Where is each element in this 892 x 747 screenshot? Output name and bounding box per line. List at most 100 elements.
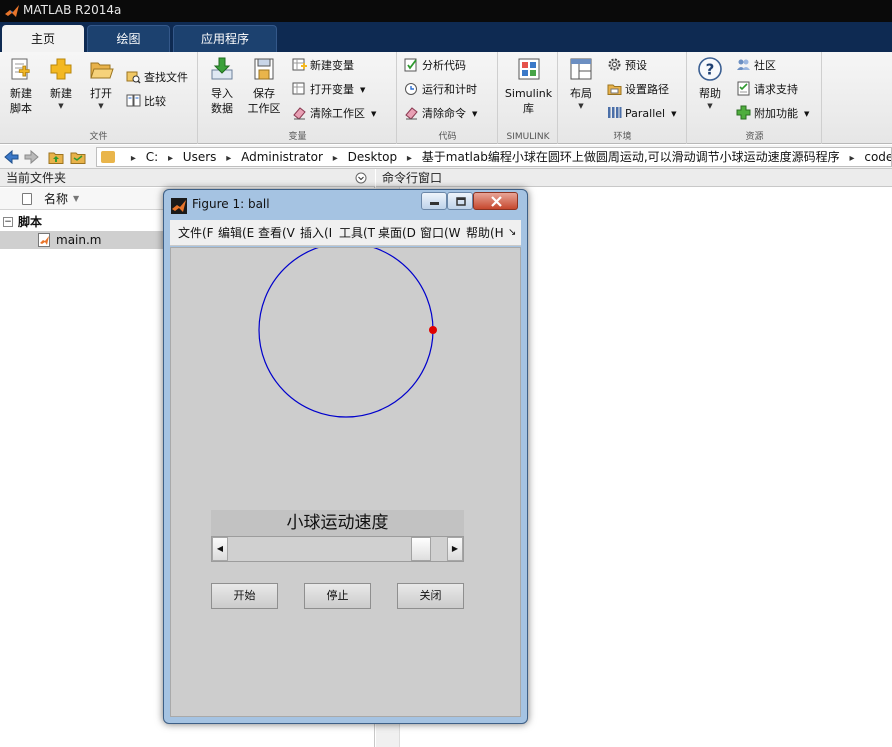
request-support-button[interactable]: 请求支持 [736, 80, 798, 100]
ring-plot [258, 248, 437, 418]
current-folder-path[interactable]: ▸ C: ▸ Users ▸ Administrator ▸ Desktop ▸… [96, 147, 892, 167]
new-script-button[interactable]: 新建 脚本 [4, 56, 38, 116]
path-segment-desktop[interactable]: Desktop [348, 150, 398, 164]
figure-canvas: 小球运动速度 ◀ ▶ 开始 停止 关闭 [170, 247, 521, 717]
forward-arrow-icon[interactable] [24, 149, 40, 165]
m-file-icon [38, 233, 50, 247]
path-separator-icon[interactable]: ▸ [333, 153, 338, 164]
analyze-code-icon [404, 58, 417, 72]
tab-plots[interactable]: 绘图 [87, 25, 170, 52]
speed-label: 小球运动速度 [211, 510, 464, 536]
compare-button[interactable]: 比较 [126, 92, 166, 112]
set-path-button[interactable]: 设置路径 [607, 80, 669, 100]
group-label-environment: 环境 [613, 132, 632, 142]
request-support-icon [737, 81, 750, 96]
path-segment-administrator[interactable]: Administrator [241, 150, 323, 164]
analyze-code-button[interactable]: 分析代码 [404, 56, 466, 76]
open-variable-button[interactable]: 打开变量 ▼ [292, 80, 365, 100]
chevron-down-icon: ▼ [98, 102, 104, 110]
open-button[interactable]: 打开 ▼ [84, 56, 118, 111]
folder-open-icon [90, 62, 114, 79]
menu-overflow-icon[interactable]: ↘ [508, 220, 516, 245]
eraser-icon [293, 107, 306, 120]
sort-arrow-icon[interactable]: ▼ [73, 188, 79, 210]
run-and-time-button[interactable]: 运行和计时 [404, 80, 477, 100]
slider-right-arrow-icon[interactable]: ▶ [447, 537, 463, 561]
slider-thumb[interactable] [411, 537, 431, 561]
close-button[interactable]: 关闭 [397, 583, 464, 609]
menu-view[interactable]: 查看(V [258, 220, 295, 245]
new-button[interactable]: 新建 ▼ [44, 56, 78, 111]
menu-help[interactable]: 帮助(H [466, 220, 504, 245]
eraser-icon [405, 107, 418, 120]
orbit-circle [258, 248, 434, 418]
browse-folder-icon[interactable] [70, 149, 86, 165]
group-label-file: 文件 [89, 132, 108, 142]
path-separator-icon[interactable]: ▸ [131, 153, 136, 164]
figure-window: Figure 1: ball 文件(F 编辑(E 查看(V 插入(I 工具(T … [163, 189, 528, 724]
moving-ball [429, 326, 437, 334]
speed-slider[interactable]: ◀ ▶ [211, 536, 464, 562]
clear-workspace-button[interactable]: 清除工作区 ▼ [292, 104, 376, 124]
column-name-label[interactable]: 名称 [44, 188, 68, 210]
start-button[interactable]: 开始 [211, 583, 278, 609]
close-icon [491, 196, 502, 207]
close-window-button[interactable] [473, 192, 518, 210]
chevron-down-icon: ▼ [472, 110, 478, 118]
layout-button[interactable]: 布局 ▼ [563, 56, 599, 111]
stop-button[interactable]: 停止 [304, 583, 371, 609]
simulink-library-button[interactable]: Simulink 库 [501, 56, 556, 116]
help-button[interactable]: ? 帮助 ▼ [694, 56, 726, 111]
chevron-down-icon: ▼ [58, 102, 64, 110]
menu-tools[interactable]: 工具(T [339, 220, 375, 245]
back-arrow-icon[interactable] [3, 149, 19, 165]
import-data-icon [211, 57, 233, 80]
group-code: 分析代码 运行和计时 清除命令 ▼ 代码 [398, 52, 498, 144]
group-label-code: 代码 [438, 132, 457, 142]
maximize-button[interactable] [447, 192, 473, 210]
parallel-button[interactable]: Parallel ▼ [607, 104, 676, 124]
find-files-button[interactable]: 查找文件 [126, 68, 188, 88]
minimize-button[interactable] [421, 192, 447, 210]
figure-title-bar[interactable]: Figure 1: ball [164, 190, 527, 218]
path-segment-code[interactable]: code [864, 150, 891, 164]
import-data-button[interactable]: 导入 数据 [205, 56, 239, 116]
group-variable: 导入 数据 保存 工作区 新建变量 打开变量 ▼ 清除工作区 ▼ 变量 [199, 52, 397, 144]
path-separator-icon[interactable]: ▸ [168, 153, 173, 164]
menu-insert[interactable]: 插入(I [300, 220, 332, 245]
preferences-button[interactable]: 预设 [607, 56, 647, 76]
chevron-down-icon: ▼ [578, 102, 584, 110]
path-separator-icon[interactable]: ▸ [407, 153, 412, 164]
path-segment-drive[interactable]: C: [146, 150, 158, 164]
layout-icon [570, 58, 592, 80]
maximize-icon [456, 197, 466, 206]
tab-apps[interactable]: 应用程序 [173, 25, 277, 52]
chevron-down-icon: ▼ [707, 102, 713, 110]
path-segment-users[interactable]: Users [183, 150, 217, 164]
addons-button[interactable]: 附加功能 ▼ [736, 104, 809, 124]
path-segment-project-folder[interactable]: 基于matlab编程小球在圆环上做圆周运动,可以滑动调节小球运动速度源码程序 [422, 150, 840, 164]
tab-home[interactable]: 主页 [2, 25, 84, 52]
path-separator-icon[interactable]: ▸ [849, 153, 854, 164]
minimize-icon [430, 202, 439, 205]
help-icon: ? [698, 57, 722, 81]
collapse-toggle-icon[interactable]: − [3, 217, 13, 227]
slider-trough[interactable] [228, 537, 447, 561]
matlab-logo-icon [171, 198, 187, 214]
slider-left-arrow-icon[interactable]: ◀ [212, 537, 228, 561]
app-title-bar: MATLAB R2014a [0, 0, 892, 22]
menu-edit[interactable]: 编辑(E [218, 220, 254, 245]
new-variable-icon [292, 58, 307, 71]
menu-window[interactable]: 窗口(W [420, 220, 461, 245]
up-folder-icon[interactable] [48, 149, 64, 165]
menu-file[interactable]: 文件(F [178, 220, 214, 245]
new-variable-button[interactable]: 新建变量 [292, 56, 354, 76]
path-separator-icon[interactable]: ▸ [226, 153, 231, 164]
save-workspace-button[interactable]: 保存 工作区 [243, 56, 285, 116]
menu-desktop[interactable]: 桌面(D [378, 220, 416, 245]
panel-actions-icon[interactable] [355, 172, 367, 184]
community-button[interactable]: 社区 [736, 56, 776, 76]
file-type-column-icon [22, 193, 32, 205]
clear-commands-button[interactable]: 清除命令 ▼ [404, 104, 477, 124]
group-simulink: Simulink 库 SIMULINK [499, 52, 558, 144]
